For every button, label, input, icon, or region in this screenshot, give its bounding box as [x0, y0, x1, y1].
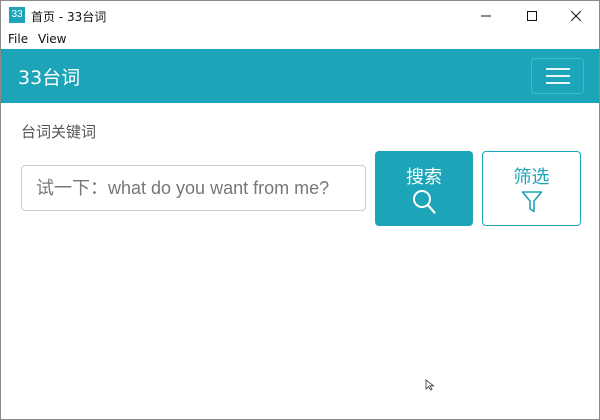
title-bar[interactable]: 33 首页 - 33台词	[1, 1, 599, 31]
menu-view[interactable]: View	[38, 32, 66, 46]
filter-button-label: 筛选	[513, 167, 550, 188]
close-icon	[570, 10, 582, 22]
app-header: 33台词	[1, 49, 599, 103]
keyword-label: 台词关键词	[21, 123, 97, 141]
minimize-button[interactable]	[463, 1, 509, 31]
search-button[interactable]: 搜索	[375, 151, 473, 226]
hamburger-icon	[546, 68, 570, 84]
minimize-icon	[481, 15, 491, 17]
search-button-label: 搜索	[406, 167, 442, 188]
maximize-button[interactable]	[509, 1, 555, 31]
search-icon	[413, 190, 436, 214]
app-window: 33 首页 - 33台词 File View 33台词 台词关键词 试一下：wh…	[0, 0, 600, 420]
menu-file[interactable]: File	[8, 32, 28, 46]
keyword-search-input[interactable]	[21, 165, 366, 211]
window-title: 首页 - 33台词	[31, 10, 107, 24]
filter-button[interactable]: 筛选	[482, 151, 581, 226]
app-logo-icon: 33	[9, 7, 25, 23]
close-button[interactable]	[553, 1, 599, 31]
maximize-icon	[527, 11, 537, 21]
mouse-cursor-icon	[425, 379, 435, 391]
nav-toggle-button[interactable]	[531, 58, 584, 94]
filter-icon	[521, 191, 543, 213]
brand-title[interactable]: 33台词	[18, 63, 80, 90]
menu-bar: File View	[1, 31, 599, 49]
